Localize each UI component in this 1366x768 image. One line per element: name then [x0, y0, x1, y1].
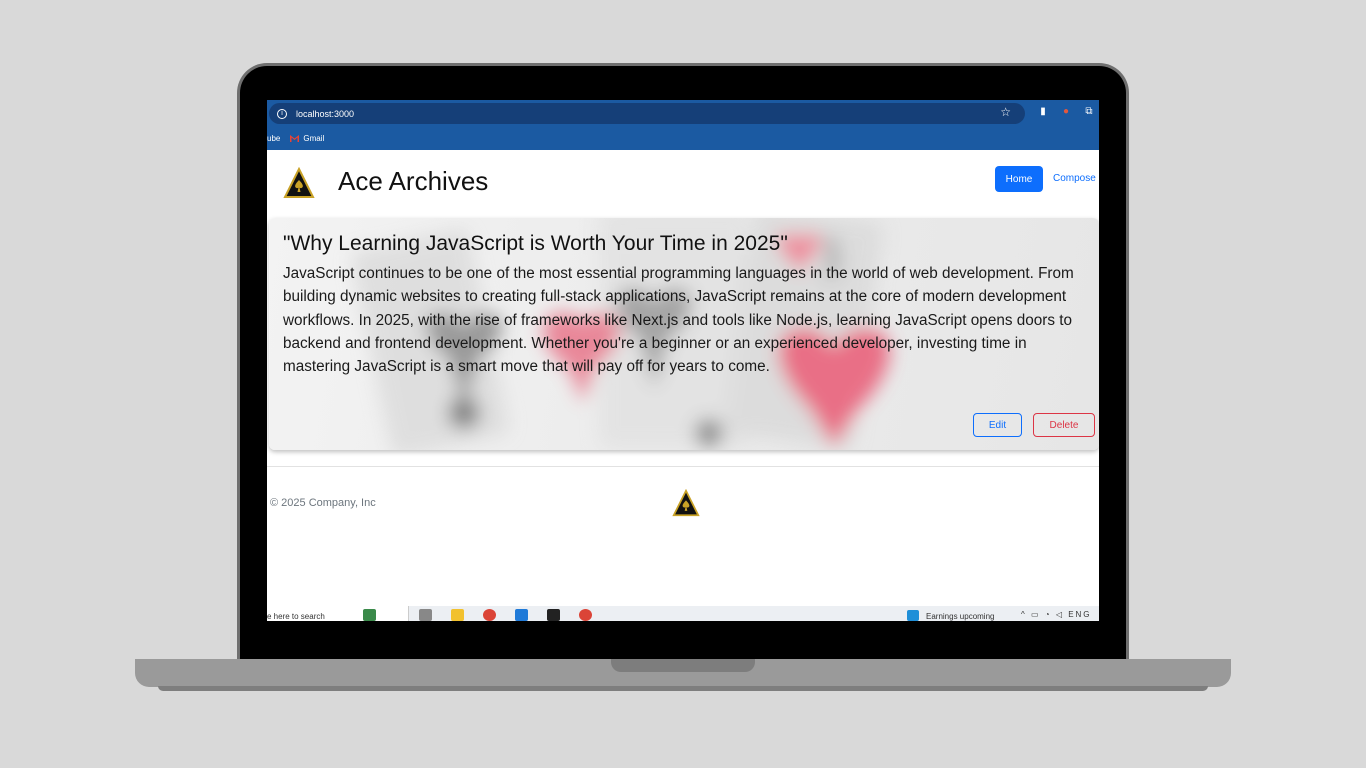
extension-fox-icon[interactable]: ● [1060, 106, 1072, 118]
laptop-screen: i localhost:3000 ☆ ▮ ● ⧉ ube Gmail Ace A… [267, 100, 1099, 621]
terminal-icon[interactable] [547, 609, 560, 621]
ace-logo-icon[interactable] [283, 167, 315, 199]
chrome-icon[interactable] [483, 609, 496, 621]
weather-icon[interactable] [907, 610, 919, 621]
address-bar-url: localhost:3000 [296, 108, 355, 119]
bookmarks-bar: ube Gmail [267, 126, 1099, 150]
laptop-notch [611, 659, 755, 672]
browser-toolbar: i localhost:3000 ☆ ▮ ● ⧉ [267, 100, 1099, 126]
bookmark-star-icon[interactable]: ☆ [1000, 105, 1011, 119]
language-indicator[interactable]: ENG [1068, 610, 1091, 619]
nav-compose-link[interactable]: Compose [1053, 173, 1096, 184]
file-explorer-icon[interactable] [451, 609, 464, 621]
gmail-icon [290, 134, 300, 142]
weather-widget-text[interactable]: Earnings upcoming [926, 612, 994, 621]
bookmark-youtube-label: ube [267, 133, 281, 143]
address-bar[interactable]: i localhost:3000 ☆ [269, 103, 1025, 124]
chrome-active-icon[interactable] [579, 609, 592, 621]
footer-divider [267, 466, 1099, 467]
bookmark-gmail[interactable]: Gmail [290, 134, 324, 143]
brand-title[interactable]: Ace Archives [338, 166, 488, 197]
post-title: "Why Learning JavaScript is Worth Your T… [283, 232, 788, 255]
footer-copyright: © 2025 Company, Inc [270, 497, 376, 509]
web-page: Ace Archives Home Compose "Why Learning … [267, 150, 1099, 606]
system-tray[interactable]: ^ ▭ ◔ ◁ ENG [1021, 610, 1092, 619]
extension-icon[interactable]: ▮ [1037, 106, 1049, 118]
nav-home-button[interactable]: Home [995, 166, 1043, 192]
vscode-icon[interactable] [515, 609, 528, 621]
task-view-icon[interactable] [419, 609, 432, 621]
search-highlight-icon [363, 609, 376, 621]
post-body: JavaScript continues to be one of the mo… [283, 265, 1074, 376]
edit-button[interactable]: Edit [973, 413, 1022, 437]
post-card: "Why Learning JavaScript is Worth Your T… [269, 218, 1099, 450]
taskbar-search-input[interactable]: e here to search [267, 606, 409, 621]
delete-button[interactable]: Delete [1033, 413, 1095, 437]
navbar: Ace Archives Home Compose [267, 150, 1099, 216]
laptop-base-shadow [158, 686, 1208, 691]
footer-ace-logo-icon[interactable] [672, 489, 700, 517]
windows-taskbar: e here to search Earnings upcoming ^ ▭ ◔… [267, 606, 1099, 621]
bookmark-youtube[interactable]: ube [267, 134, 280, 143]
extensions-puzzle-icon[interactable]: ⧉ [1083, 106, 1095, 118]
bookmark-gmail-label: Gmail [303, 133, 325, 143]
site-info-icon[interactable]: i [277, 108, 287, 119]
